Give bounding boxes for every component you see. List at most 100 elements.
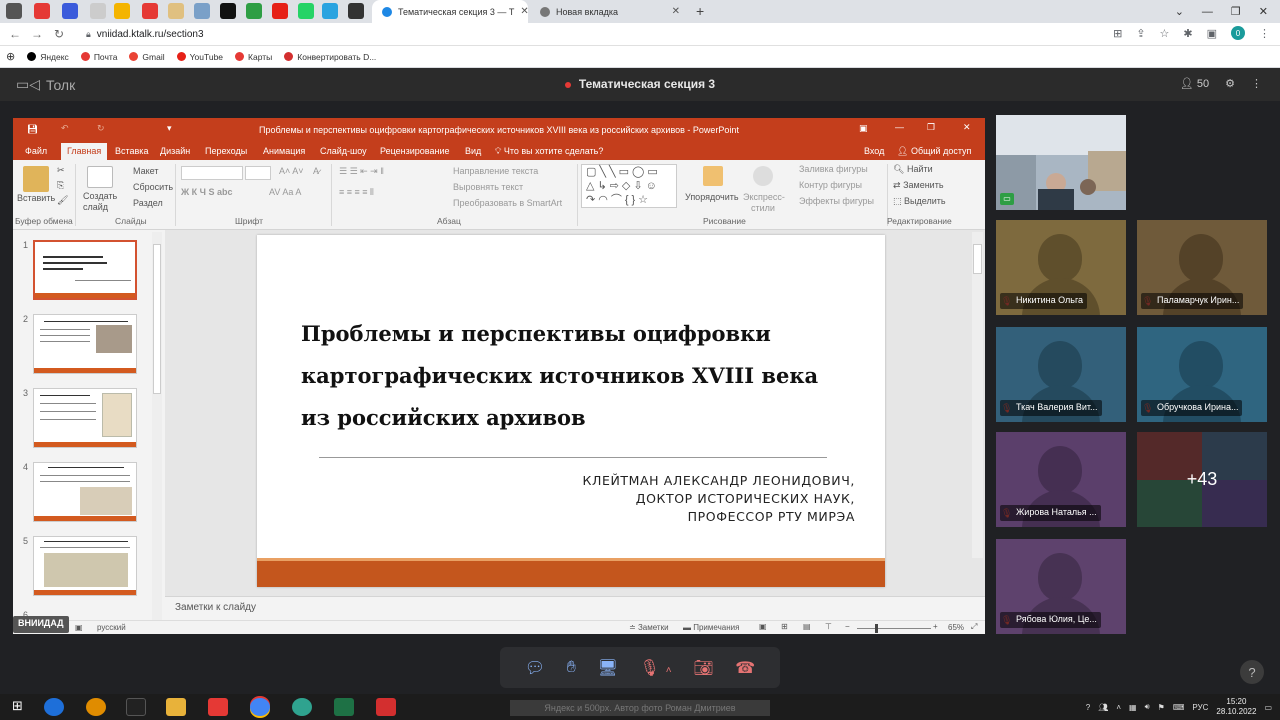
- pinned-tab-7[interactable]: [168, 3, 184, 19]
- grow-font-icon[interactable]: A˄ A˅: [279, 166, 304, 176]
- minimize-icon[interactable]: —: [1202, 6, 1213, 18]
- pinned-tab-14[interactable]: [348, 3, 364, 19]
- cut-icon[interactable]: ✂: [57, 165, 65, 176]
- help-icon[interactable]: ?: [1240, 660, 1264, 684]
- zoom-slider-thumb[interactable]: [875, 624, 878, 633]
- people-tray-icon[interactable]: 👥︎: [1098, 703, 1108, 712]
- fit-slide-icon[interactable]: ⤢: [971, 622, 977, 632]
- participant-tile[interactable]: 🎙︎ Обручкова Ирина...: [1137, 327, 1267, 422]
- help-tray-icon[interactable]: ?: [1086, 703, 1090, 712]
- zoom-slider[interactable]: [857, 624, 931, 633]
- participant-tile[interactable]: 🎙︎ Жирова Наталья ...: [996, 432, 1126, 527]
- bookmark-star-icon[interactable]: ☆: [1160, 27, 1170, 40]
- find-button[interactable]: 🔍︎ Найти: [893, 164, 933, 175]
- raise-hand-icon[interactable]: ✋︎: [567, 659, 576, 677]
- menu-dots-icon[interactable]: ⋮: [1259, 27, 1270, 40]
- participant-tile[interactable]: 🎙︎ Рябова Юлия, Це...: [996, 539, 1126, 634]
- sidebar-icon[interactable]: ▣: [1207, 27, 1217, 40]
- share-button[interactable]: 👤︎ Общий доступ: [897, 146, 971, 157]
- shape-fill-button[interactable]: Заливка фигуры: [799, 164, 868, 174]
- pinned-tab-11[interactable]: [272, 3, 288, 19]
- tab-slideshow[interactable]: Слайд-шоу: [320, 146, 367, 156]
- font-name-dropdown[interactable]: [181, 166, 243, 180]
- align-icons[interactable]: ≡ ≡ ≡ ≡ ⫴: [339, 187, 374, 198]
- pinned-tab-5[interactable]: [114, 3, 130, 19]
- bold-italic-underline-icons[interactable]: Ж К Ч S abc: [181, 187, 232, 197]
- format-painter-icon[interactable]: 🖌︎: [57, 195, 68, 206]
- pinned-tab-12[interactable]: [298, 3, 314, 19]
- chevron-up-icon[interactable]: ˄: [666, 665, 672, 676]
- tab-animation[interactable]: Анимация: [263, 146, 305, 156]
- notes-pane[interactable]: Заметки к слайду: [165, 596, 985, 620]
- close-window-icon[interactable]: ✕: [1259, 5, 1268, 18]
- tor-icon[interactable]: [86, 698, 106, 716]
- normal-view-icon[interactable]: ▣: [759, 622, 767, 631]
- pinned-tab-13[interactable]: [322, 3, 338, 19]
- bookmark-item[interactable]: Конвертировать D...: [284, 52, 376, 62]
- shapes-gallery[interactable]: ▢╲╲▭◯▭ △↳⇨◇⇩☺ ↷◠⌒{}☆: [581, 164, 677, 208]
- ppt-minimize-icon[interactable]: —: [895, 122, 904, 132]
- bookmark-item[interactable]: Карты: [235, 52, 272, 62]
- participant-tile[interactable]: 🎙︎ Ткач Валерия Вит...: [996, 327, 1126, 422]
- pinned-tab-2[interactable]: [34, 3, 50, 19]
- clear-format-icon[interactable]: A̷: [313, 166, 319, 176]
- volume-icon[interactable]: 🔊︎: [1145, 702, 1150, 712]
- yandex-browser-icon[interactable]: [208, 698, 228, 716]
- select-button[interactable]: ⬚ Выделить: [893, 196, 946, 207]
- reading-view-icon[interactable]: ▤: [803, 622, 811, 631]
- file-explorer-icon[interactable]: [166, 698, 186, 716]
- chrome-icon[interactable]: [250, 698, 270, 716]
- settings-gear-icon[interactable]: ⚙: [1225, 77, 1235, 90]
- excel-icon[interactable]: [334, 698, 354, 716]
- edge-icon[interactable]: [292, 698, 312, 716]
- slide-thumbnail[interactable]: [33, 536, 137, 596]
- new-slide-button[interactable]: Создать слайд: [83, 191, 119, 213]
- font-size-dropdown[interactable]: [245, 166, 271, 180]
- slide-thumbnail[interactable]: [33, 462, 137, 522]
- font-color-icon[interactable]: AV Aa A: [269, 187, 301, 197]
- zoom-in-icon[interactable]: +: [933, 622, 938, 631]
- ppt-close-icon[interactable]: ✕: [963, 122, 971, 133]
- tab-design[interactable]: Дизайн: [160, 146, 190, 156]
- arrange-button[interactable]: Упорядочить: [685, 192, 739, 202]
- spellcheck-icon[interactable]: ▣: [75, 623, 83, 632]
- shape-outline-button[interactable]: Контур фигуры: [799, 180, 862, 190]
- slideshow-view-icon[interactable]: ⊤: [825, 622, 832, 631]
- bookmark-item[interactable]: Почта: [80, 52, 117, 62]
- network-icon[interactable]: ▦: [1129, 703, 1137, 712]
- forward-icon[interactable]: →: [26, 27, 48, 41]
- thumbnails-scrollbar[interactable]: [152, 232, 162, 620]
- ribbon-options-icon[interactable]: ▣: [859, 123, 868, 134]
- align-text-button[interactable]: Выровнять текст: [453, 182, 523, 192]
- keyboard-icon[interactable]: ⌨: [1173, 703, 1185, 712]
- slide-sorter-icon[interactable]: ⊞: [781, 622, 788, 631]
- close-tab-icon[interactable]: ✕: [672, 6, 680, 17]
- tab-insert[interactable]: Вставка: [115, 146, 148, 156]
- tab-file[interactable]: Файл: [25, 146, 47, 156]
- back-icon[interactable]: ←: [4, 27, 26, 41]
- pinned-tab-3[interactable]: [62, 3, 78, 19]
- arrange-icon[interactable]: [703, 166, 723, 186]
- ppt-maximize-icon[interactable]: ❐: [927, 122, 935, 133]
- quick-styles-button[interactable]: Экспресс-стили: [743, 192, 785, 214]
- pinned-tab-9[interactable]: [220, 3, 236, 19]
- clock[interactable]: 15:20 28.10.2022: [1216, 697, 1256, 717]
- participant-tile[interactable]: 🎙︎ Никитина Ольга: [996, 220, 1126, 315]
- language-indicator[interactable]: русский: [97, 623, 126, 632]
- profile-avatar[interactable]: 0: [1231, 26, 1245, 40]
- smartart-button[interactable]: Преобразовать в SmartArt: [453, 198, 562, 208]
- menu-dots-icon[interactable]: ⋮: [1251, 77, 1262, 90]
- pinned-tab-8[interactable]: [194, 3, 210, 19]
- chat-icon[interactable]: 💬︎: [525, 658, 545, 678]
- text-direction-button[interactable]: Направление текста: [453, 166, 538, 176]
- tell-me-box[interactable]: 💡︎ Что вы хотите сделать?: [495, 146, 603, 157]
- new-tab-plus-icon[interactable]: +: [696, 3, 704, 19]
- bookmark-item[interactable]: Gmail: [129, 52, 165, 62]
- url-field[interactable]: 🔒︎ vniidad.ktalk.ru/section3: [86, 29, 204, 40]
- quick-styles-icon[interactable]: [753, 166, 773, 186]
- slide-thumbnail[interactable]: [33, 388, 137, 448]
- tab-new[interactable]: Новая вкладка ✕: [530, 0, 688, 23]
- paste-button[interactable]: Вставить: [17, 193, 55, 203]
- reload-icon[interactable]: ↻: [48, 27, 70, 41]
- pinned-tab-4[interactable]: [90, 3, 106, 19]
